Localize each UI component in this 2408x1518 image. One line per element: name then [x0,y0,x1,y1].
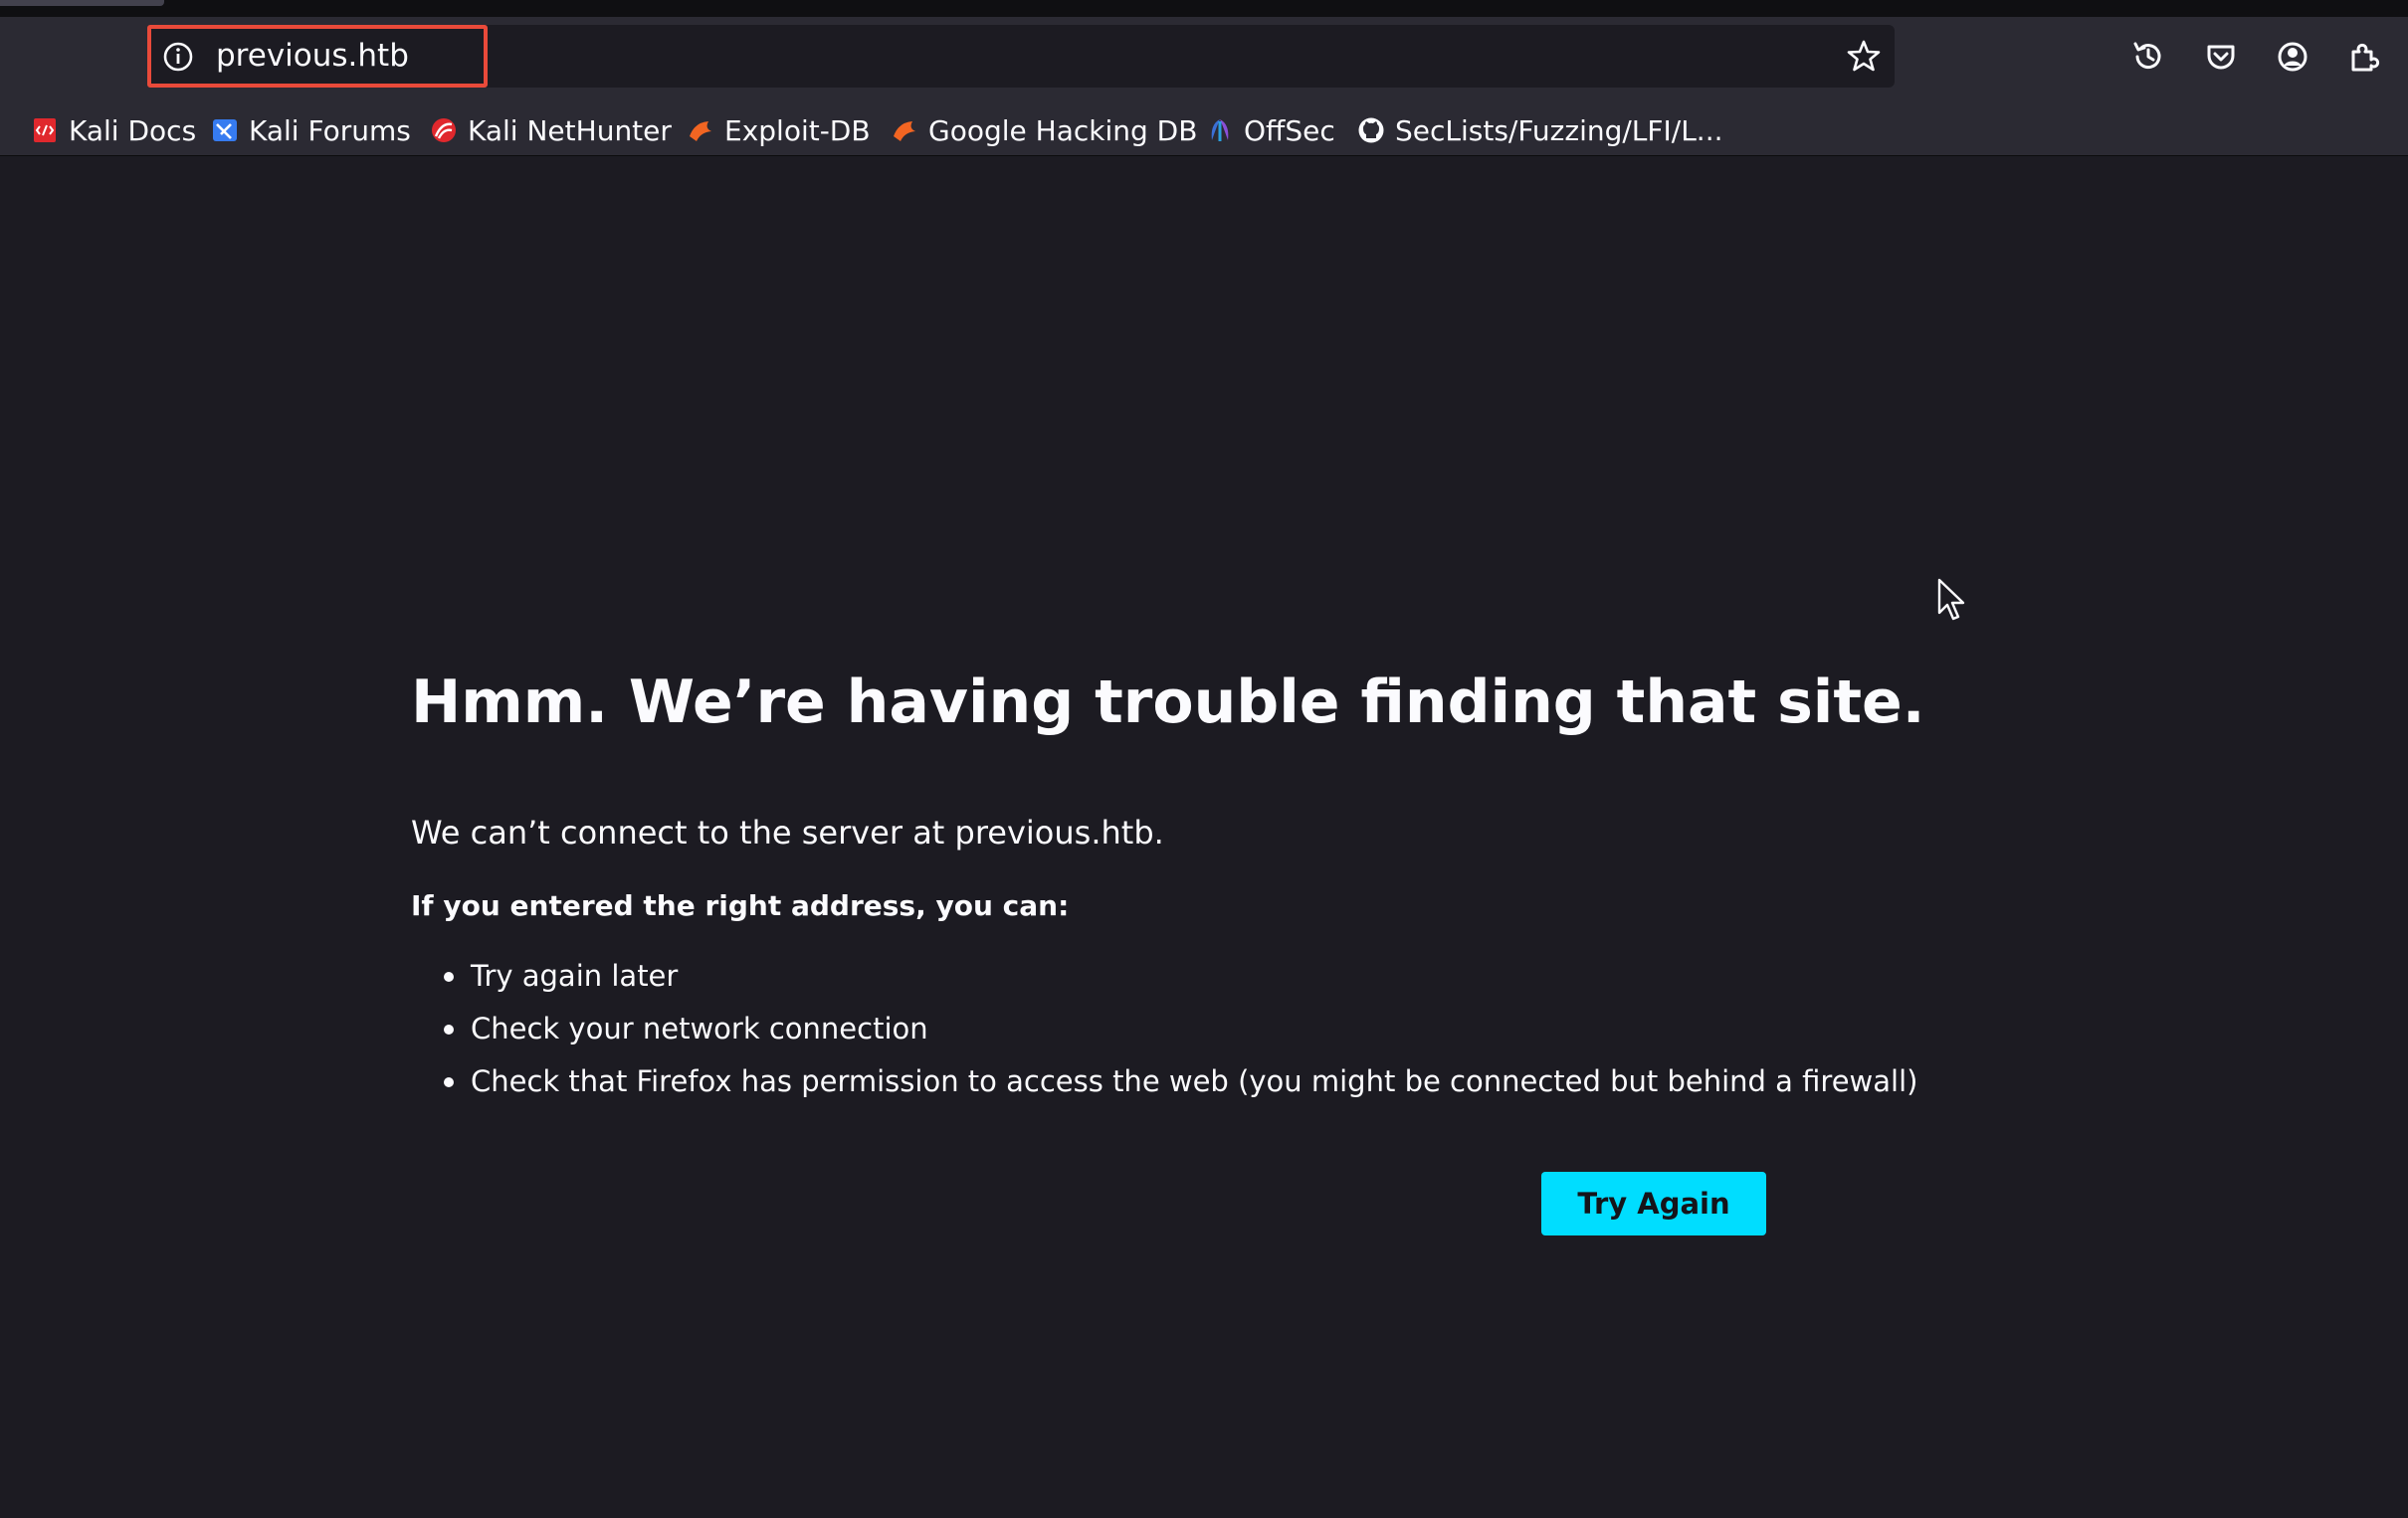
github-icon [1358,117,1384,143]
exploit-db-icon [690,121,711,141]
try-again-button[interactable]: Try Again [1541,1172,1766,1235]
bookmarks-toolbar: Kali Docs Kali Forums Kali NetHunter Exp… [0,104,2408,156]
bookmark-kali-nethunter[interactable]: Kali NetHunter [430,104,672,156]
error-title: Hmm. We’re having trouble finding that s… [411,667,1925,737]
suggestions-list: Try again later Check your network conne… [411,955,1917,1113]
bookmark-exploit-db[interactable]: Exploit-DB [687,104,871,156]
bookmark-google-hacking-db[interactable]: Google Hacking DB [891,104,1197,156]
list-item: Check that Firefox has permission to acc… [411,1060,1917,1113]
history-icon[interactable] [2129,38,2167,76]
tab-strip [0,0,2408,17]
kali-docs-icon [34,118,56,142]
tab-edge[interactable] [0,0,164,6]
error-description: We can’t connect to the server at previo… [411,814,1164,852]
account-icon[interactable] [2274,38,2311,76]
list-item: Check your network connection [411,1008,1917,1060]
bookmark-kali-forums[interactable]: Kali Forums [211,104,411,156]
kali-nethunter-icon [432,118,456,142]
bookmark-seclists[interactable]: SecLists/Fuzzing/LFI/L... [1357,104,1723,156]
bookmark-offsec[interactable]: OffSec [1206,104,1335,156]
suggestions-heading: If you entered the right address, you ca… [411,889,1070,922]
pocket-icon[interactable] [2202,38,2240,76]
extensions-icon[interactable] [2345,38,2383,76]
offsec-icon [1211,119,1229,141]
url-text[interactable]: previous.htb [216,38,409,74]
mouse-cursor-icon [1937,578,1965,621]
ghdb-icon [894,121,915,141]
list-item: Try again later [411,955,1917,1008]
star-icon[interactable] [1846,38,1882,74]
info-icon[interactable] [161,40,195,74]
kali-forums-icon [213,119,237,141]
bookmark-kali-docs[interactable]: Kali Docs [31,104,196,156]
